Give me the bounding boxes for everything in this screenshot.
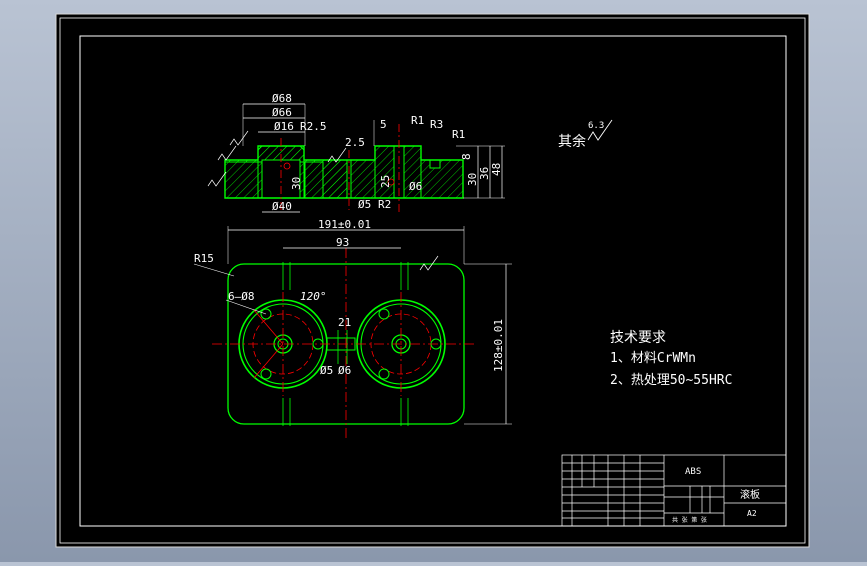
notes-item-1: 1、材料CrWMn — [610, 351, 696, 366]
dim-r2: R2 — [378, 198, 391, 211]
cad-drawing: Ø68 Ø66 Ø16 R2.5 Ø40 30 5 R1 R3 R1 2.5 2… — [55, 13, 810, 548]
section-right-groove — [429, 159, 441, 169]
notes-item-2: 2、热处理50~55HRC — [610, 373, 732, 388]
dim-d66: Ø66 — [272, 106, 292, 119]
dim-d21: 21 — [338, 316, 351, 329]
dim-r25: R2.5 — [300, 120, 327, 133]
title-company: ABS — [685, 467, 701, 477]
dim-height: 128±0.01 — [492, 319, 505, 372]
dim-angle: 120° — [300, 290, 327, 303]
dim-width: 191±0.01 — [318, 218, 371, 231]
cad-drawing-window: Ø68 Ø66 Ø16 R2.5 Ø40 30 5 R1 R3 R1 2.5 2… — [0, 0, 867, 562]
notes-title: 技术要求 — [610, 330, 666, 346]
dim-d6-plan: Ø6 — [338, 364, 351, 377]
dim-d68: Ø68 — [272, 92, 292, 105]
dim-spacing: 93 — [336, 236, 349, 249]
dim-h8: 8 — [460, 153, 473, 160]
dim-h30: 30 — [290, 177, 303, 190]
dim-r15: R15 — [194, 252, 214, 265]
title-drawing-no: A2 — [747, 509, 757, 518]
section-mid-right — [350, 159, 376, 199]
dim-h48: 48 — [490, 163, 503, 176]
dim-r1b: R1 — [452, 128, 465, 141]
title-part-name: 滚板 — [740, 488, 760, 501]
dim-r3: R3 — [430, 118, 443, 131]
dim-d16: Ø16 — [274, 120, 294, 133]
dim-h25: 25 — [379, 175, 392, 188]
dim-holes: 6—Ø8 — [228, 290, 255, 303]
dim-d5-plan: Ø5 — [320, 364, 333, 377]
dim-d6: Ø6 — [409, 180, 422, 193]
dim-r1a: R1 — [411, 114, 424, 127]
section-left-flange — [224, 159, 259, 199]
section-mid-left — [303, 159, 348, 199]
roughness-value: 6.3 — [588, 121, 604, 131]
dim-five: 5 — [380, 118, 387, 131]
title-sheet: 共 张 第 张 — [672, 516, 707, 524]
dim-d40: Ø40 — [272, 200, 292, 213]
section-right-flange — [420, 159, 464, 199]
dim-d5: Ø5 — [358, 198, 371, 211]
remaining-roughness-label: 其余 — [558, 133, 586, 150]
dim-two-five: 2.5 — [345, 136, 365, 149]
